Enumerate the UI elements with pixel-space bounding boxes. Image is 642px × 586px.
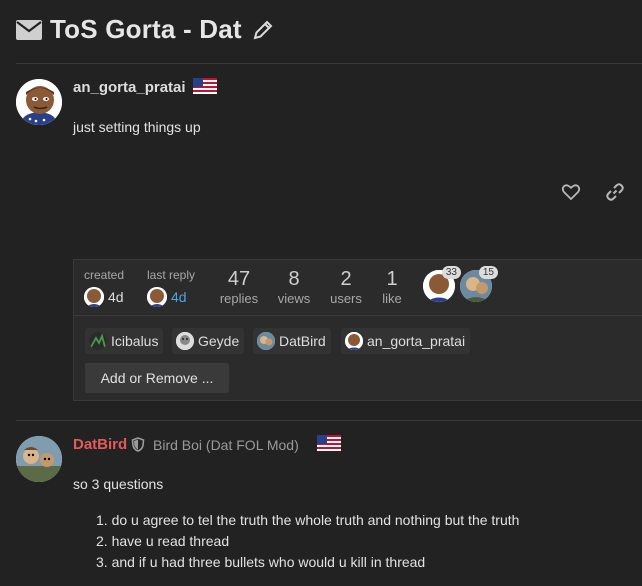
replies-label: replies xyxy=(219,291,259,306)
list-item-text: and if u had three bullets who would u k… xyxy=(111,554,426,570)
views-count: 8 xyxy=(288,268,300,290)
post-username[interactable]: an_gorta_pratai xyxy=(73,79,186,96)
list-item-text: do u agree to tel the truth the whole tr… xyxy=(111,512,520,528)
last-reply-value[interactable]: 4d xyxy=(171,289,187,305)
page-title[interactable]: ToS Gorta - Dat xyxy=(50,14,242,45)
views-label: views xyxy=(277,291,311,306)
participant-avatar[interactable]: 15 xyxy=(460,266,498,302)
allowed-user-name: DatBird xyxy=(279,333,326,349)
post-body: so 3 questions xyxy=(73,476,164,492)
avatar xyxy=(257,332,275,350)
datbird-avatar-image xyxy=(16,436,62,482)
topic-map: created 4d last reply 4d 47 replies 8 vi… xyxy=(73,259,642,401)
us-flag-icon xyxy=(317,435,341,451)
likes-label: like xyxy=(382,291,402,306)
topic-map-divider xyxy=(74,315,642,316)
allowed-user-chip[interactable]: Geyde xyxy=(172,328,245,354)
avatar xyxy=(345,332,363,350)
participant-post-count: 33 xyxy=(441,266,461,279)
us-flag-icon xyxy=(193,78,217,94)
allowed-user-chip[interactable]: an_gorta_pratai xyxy=(341,328,471,354)
last-reply-info[interactable]: 4d xyxy=(147,287,187,307)
allowed-user-name: an_gorta_pratai xyxy=(367,333,466,349)
participant-avatar[interactable]: 33 xyxy=(423,266,461,302)
moderator-shield-icon xyxy=(131,437,145,452)
post-divider xyxy=(16,420,642,421)
created-info[interactable]: 4d xyxy=(84,287,124,307)
post-body: just setting things up xyxy=(73,119,201,135)
add-or-remove-button[interactable]: Add or Remove ... xyxy=(85,363,229,393)
users-count: 2 xyxy=(340,268,352,290)
last-reply-label: last reply xyxy=(147,268,196,282)
allowed-user-chip[interactable]: Icibalus xyxy=(85,328,164,354)
replies-count: 47 xyxy=(227,268,251,290)
avatar xyxy=(176,332,194,350)
title-divider xyxy=(16,63,642,64)
allowed-user-name: Icibalus xyxy=(111,333,159,349)
edit-pencil-icon[interactable] xyxy=(252,19,274,41)
like-heart-icon[interactable] xyxy=(561,182,581,202)
avatar xyxy=(84,287,104,307)
topic-title-bar: ToS Gorta - Dat xyxy=(16,14,274,45)
avatar xyxy=(147,287,167,307)
envelope-icon xyxy=(16,19,42,40)
post-username[interactable]: DatBird xyxy=(73,436,127,453)
avatar[interactable] xyxy=(16,436,62,482)
gorta-avatar-image xyxy=(16,79,62,125)
list-item: 2. have u read thread xyxy=(96,533,230,549)
list-item: 1. do u agree to tel the truth the whole… xyxy=(96,512,520,528)
participant-post-count: 15 xyxy=(478,266,498,279)
created-label: created xyxy=(84,268,125,282)
created-value: 4d xyxy=(108,289,124,305)
likes-count: 1 xyxy=(386,268,398,290)
users-label: users xyxy=(330,291,362,306)
avatar xyxy=(89,332,107,350)
allowed-user-chip[interactable]: DatBird xyxy=(253,328,331,354)
allowed-user-name: Geyde xyxy=(198,333,240,349)
list-item: 3. and if u had three bullets who would … xyxy=(96,554,426,570)
list-item-text: have u read thread xyxy=(111,533,230,549)
avatar[interactable] xyxy=(16,79,62,125)
link-icon[interactable] xyxy=(605,182,625,202)
user-title: Bird Boi (Dat FOL Mod) xyxy=(153,437,299,453)
